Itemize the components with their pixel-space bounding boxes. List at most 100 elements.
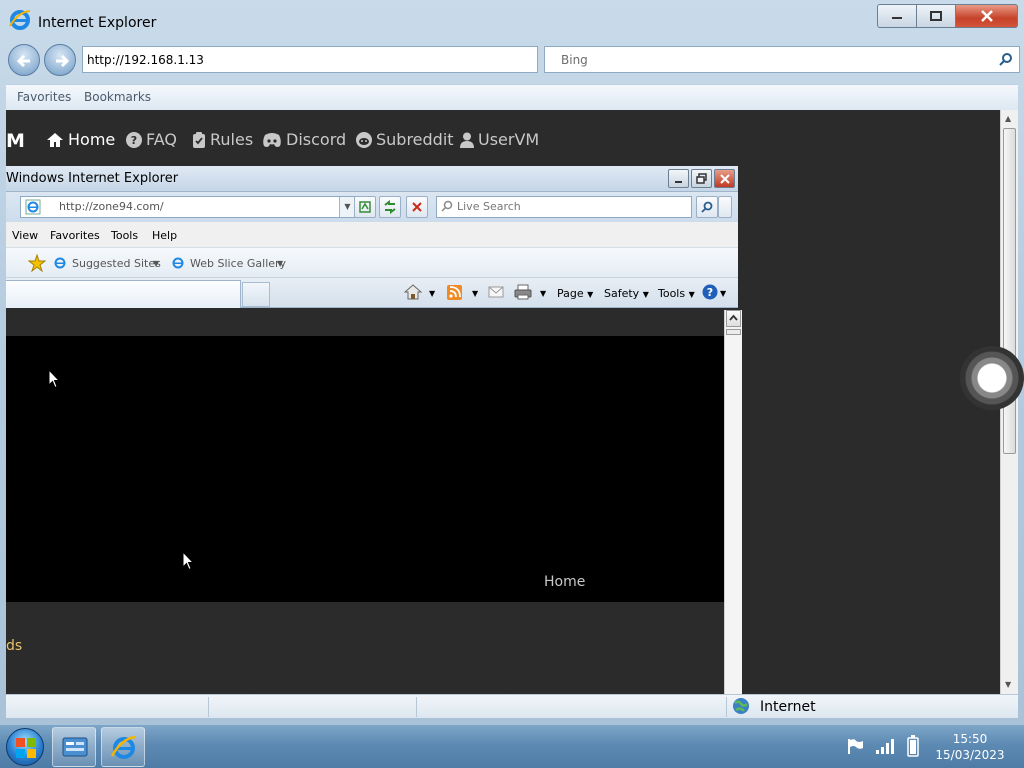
mouse-cursor-icon [48,369,60,389]
dropdown-arrow-icon[interactable]: ▼ [153,259,159,268]
mouse-cursor-icon [182,551,194,571]
nav-subreddit[interactable]: Subreddit [356,130,454,149]
nav-uservm[interactable]: UserVM [460,130,539,149]
rss-feed-icon[interactable] [447,285,462,300]
inner-window-title: Windows Internet Explorer [6,171,179,186]
compatibility-view-button[interactable] [354,196,376,218]
web-slice-gallery[interactable]: Web Slice Gallery [190,257,286,270]
dropdown-arrow-icon[interactable]: ▼ [429,289,435,298]
ie-page-icon [54,257,66,269]
dropdown-arrow-icon[interactable]: ▼ [540,289,546,298]
inner-restore-button[interactable] [691,169,712,188]
inner-minimize-button[interactable] [668,169,689,188]
inner-address-bar[interactable]: http://zone94.com/ ▼ [20,196,356,218]
nav-discord[interactable]: Discord [262,130,346,149]
page-home-link[interactable]: Home [544,574,585,590]
ie-logo-icon [9,10,31,30]
site-logo-fragment[interactable]: M [6,130,25,152]
inner-tab-row: ▼ ▼ ▼ Page ▼ Safety ▼ Tools ▼ ? ▼ [6,278,738,308]
action-center-flag-icon[interactable] [846,737,864,755]
page-text-fragment: ds [6,638,23,654]
favorites-bar: Favorites Bookmarks [6,84,1018,110]
print-icon[interactable] [514,284,532,300]
question-icon: ? [126,131,142,148]
stop-button[interactable] [406,196,428,218]
taskbar-control-panel[interactable] [52,727,96,767]
bookmarks-menu[interactable]: Bookmarks [84,90,151,104]
menu-favorites[interactable]: Favorites [50,229,100,242]
favorites-menu[interactable]: Favorites [17,90,71,104]
search-icon[interactable] [999,52,1013,66]
battery-icon[interactable] [907,735,919,757]
close-icon [720,174,730,184]
home-icon[interactable] [404,284,422,300]
taskbar-internet-explorer[interactable] [101,727,145,767]
search-placeholder: Bing [561,53,588,67]
inner-scroll-up-button[interactable] [726,310,741,327]
ie-logo-icon [110,735,137,759]
dropdown-arrow-icon: ▼ [642,290,649,299]
inner-scrollbar[interactable] [724,310,742,694]
inner-close-button[interactable] [714,169,735,188]
active-tab[interactable] [6,280,241,308]
menu-view[interactable]: View [12,229,38,242]
address-bar[interactable]: http://192.168.1.13 [82,46,538,73]
system-clock[interactable]: 15:50 15/03/2023 [930,731,1010,763]
inner-scroll-thumb[interactable] [726,329,741,335]
nav-rules[interactable]: Rules [192,130,253,149]
suggested-sites[interactable]: Suggested Sites [72,257,161,270]
inner-search-button[interactable] [696,196,718,218]
tools-menu[interactable]: Tools ▼ [658,287,695,300]
menu-tools[interactable]: Tools [111,229,138,242]
dropdown-arrow-icon: ▼ [587,290,594,299]
refresh-icon [384,200,396,214]
help-icon[interactable]: ? [702,284,718,300]
clock-date: 15/03/2023 [935,748,1005,762]
network-signal-icon[interactable] [875,737,895,755]
close-button[interactable] [956,4,1018,28]
refresh-button[interactable] [379,196,401,218]
start-button[interactable] [6,728,44,766]
inner-search-box[interactable]: Live Search [436,196,692,218]
back-button[interactable] [8,44,40,76]
site-navigation: M Home ? FAQ Rules Discord Subreddit Use… [6,110,1000,168]
minimize-button[interactable] [877,4,916,28]
home-icon [47,132,63,147]
scroll-down-arrow-icon[interactable]: ▼ [1005,680,1011,689]
compatibility-icon [359,201,371,213]
scroll-up-arrow-icon[interactable]: ▲ [1005,114,1011,123]
page-menu[interactable]: Page ▼ [557,287,593,300]
maximize-button[interactable] [916,4,956,28]
safety-menu[interactable]: Safety ▼ [604,287,649,300]
vm-control-button[interactable] [960,346,1024,410]
stop-icon [412,202,422,212]
dropdown-arrow-icon[interactable]: ▼ [277,259,283,268]
chevron-up-icon [729,314,738,321]
dropdown-arrow-icon[interactable]: ▼ [720,289,726,298]
nav-home[interactable]: Home [46,130,115,149]
search-icon [701,201,713,213]
search-options-button[interactable] [718,196,732,218]
status-separator [416,697,417,717]
new-tab-button[interactable] [242,282,270,307]
clipboard-icon [193,131,205,148]
inner-menu-bar: View Favorites Tools Help [6,222,738,248]
search-box[interactable]: Bing [544,46,1020,73]
forward-button[interactable] [44,44,76,76]
address-dropdown-icon[interactable]: ▼ [339,197,355,217]
maximize-icon [930,11,942,21]
dropdown-arrow-icon[interactable]: ▼ [472,289,478,298]
inner-title-bar[interactable]: Windows Internet Explorer [6,166,738,192]
ie-page-icon [25,199,41,215]
minimize-icon [892,17,902,19]
nav-faq[interactable]: ? FAQ [126,130,177,149]
title-bar[interactable]: Internet Explorer [0,0,1024,40]
inner-address-row: http://zone94.com/ ▼ Live Search [6,192,738,222]
inner-browser-window: Windows Internet Explorer http://zone94.… [6,166,742,694]
read-mail-icon[interactable] [488,286,504,298]
status-separator [726,697,727,717]
menu-help[interactable]: Help [152,229,177,242]
status-separator [208,697,209,717]
favorites-star-icon[interactable] [28,254,46,272]
user-icon [460,132,474,148]
